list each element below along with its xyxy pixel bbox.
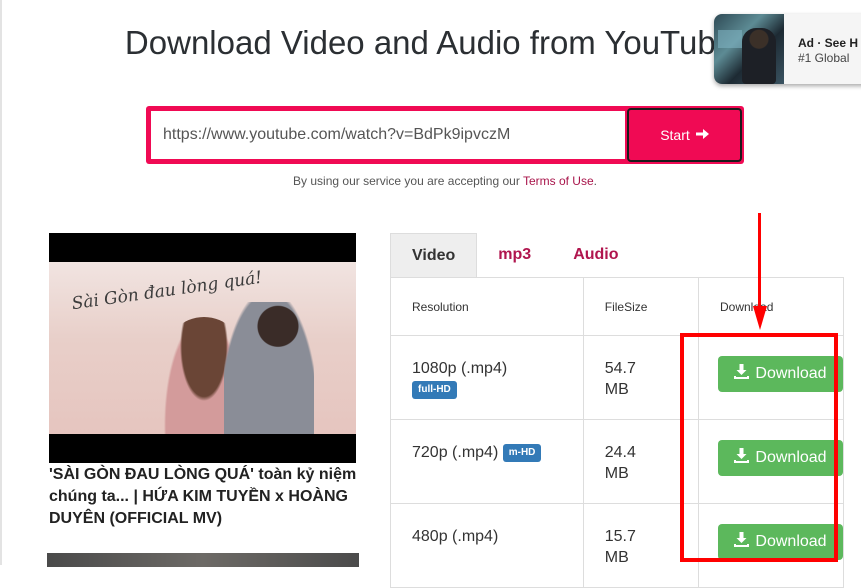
filesize-value: 54.7 <box>604 360 636 377</box>
quality-badge: full-HD <box>412 380 457 399</box>
resolution-text: 720p (.mp4) <box>412 444 499 461</box>
video-thumbnail-image: Sài Gòn đau lòng quá! <box>49 262 356 434</box>
resolution-text: 480p (.mp4) <box>412 528 499 545</box>
terms-suffix: . <box>593 174 597 188</box>
page-left-border <box>0 0 2 565</box>
start-button-label: Start <box>660 127 690 143</box>
video-thumbnail: Sài Gòn đau lòng quá! <box>49 233 356 463</box>
annotation-arrow-line <box>758 213 761 308</box>
ad-card[interactable]: Ad · See H #1 Global <box>714 14 861 84</box>
terms-of-use-link[interactable]: Terms of Use <box>523 174 594 188</box>
ad-label: Ad · See H <box>798 36 859 50</box>
terms-prefix: By using our service you are accepting o… <box>293 174 523 188</box>
start-button[interactable]: Start <box>627 108 742 162</box>
header-filesize: FileSize <box>582 277 700 336</box>
filesize-value: 24.4 <box>604 444 636 461</box>
header-download: Download <box>698 277 844 336</box>
annotation-arrow-head-icon <box>753 306 767 330</box>
search-form: Start <box>146 106 744 164</box>
filesize-unit: MB <box>604 381 629 398</box>
resolution-cell: 1080p (.mp4) full-HD <box>390 335 584 420</box>
annotation-highlight-box <box>680 333 838 562</box>
ad-thumbnail-person <box>742 28 776 84</box>
filesize-unit: MB <box>604 465 629 482</box>
quality-badge: m-HD <box>502 443 542 462</box>
url-input[interactable] <box>151 111 625 159</box>
header-resolution: Resolution <box>390 277 584 336</box>
format-tabs: Video mp3 Audio <box>390 233 640 278</box>
tab-mp3[interactable]: mp3 <box>477 233 552 277</box>
resolution-cell: 720p (.mp4) m-HD <box>390 419 584 504</box>
arrow-right-icon <box>695 127 709 143</box>
tab-video[interactable]: Video <box>390 233 478 278</box>
resolution-text: 1080p (.mp4) <box>412 360 508 377</box>
ad-thumbnail <box>714 14 784 84</box>
video-title: 'SÀI GÒN ĐAU LÒNG QUÁ' toàn kỷ niệm chún… <box>49 466 357 527</box>
tab-audio[interactable]: Audio <box>552 233 639 277</box>
page-title-text: Download Video and Audio from YouTube <box>124 24 735 61</box>
ad-thumbnail-screen <box>718 30 742 48</box>
terms-notice: By using our service you are accepting o… <box>0 174 861 188</box>
table-header-row: Resolution FileSize Download <box>390 277 844 336</box>
resolution-cell: 480p (.mp4) <box>390 503 584 588</box>
ad-subtitle: #1 Global <box>798 51 850 65</box>
thumbnail-figure-right <box>224 302 314 434</box>
filesize-unit: MB <box>604 549 629 566</box>
filesize-value: 15.7 <box>604 528 636 545</box>
